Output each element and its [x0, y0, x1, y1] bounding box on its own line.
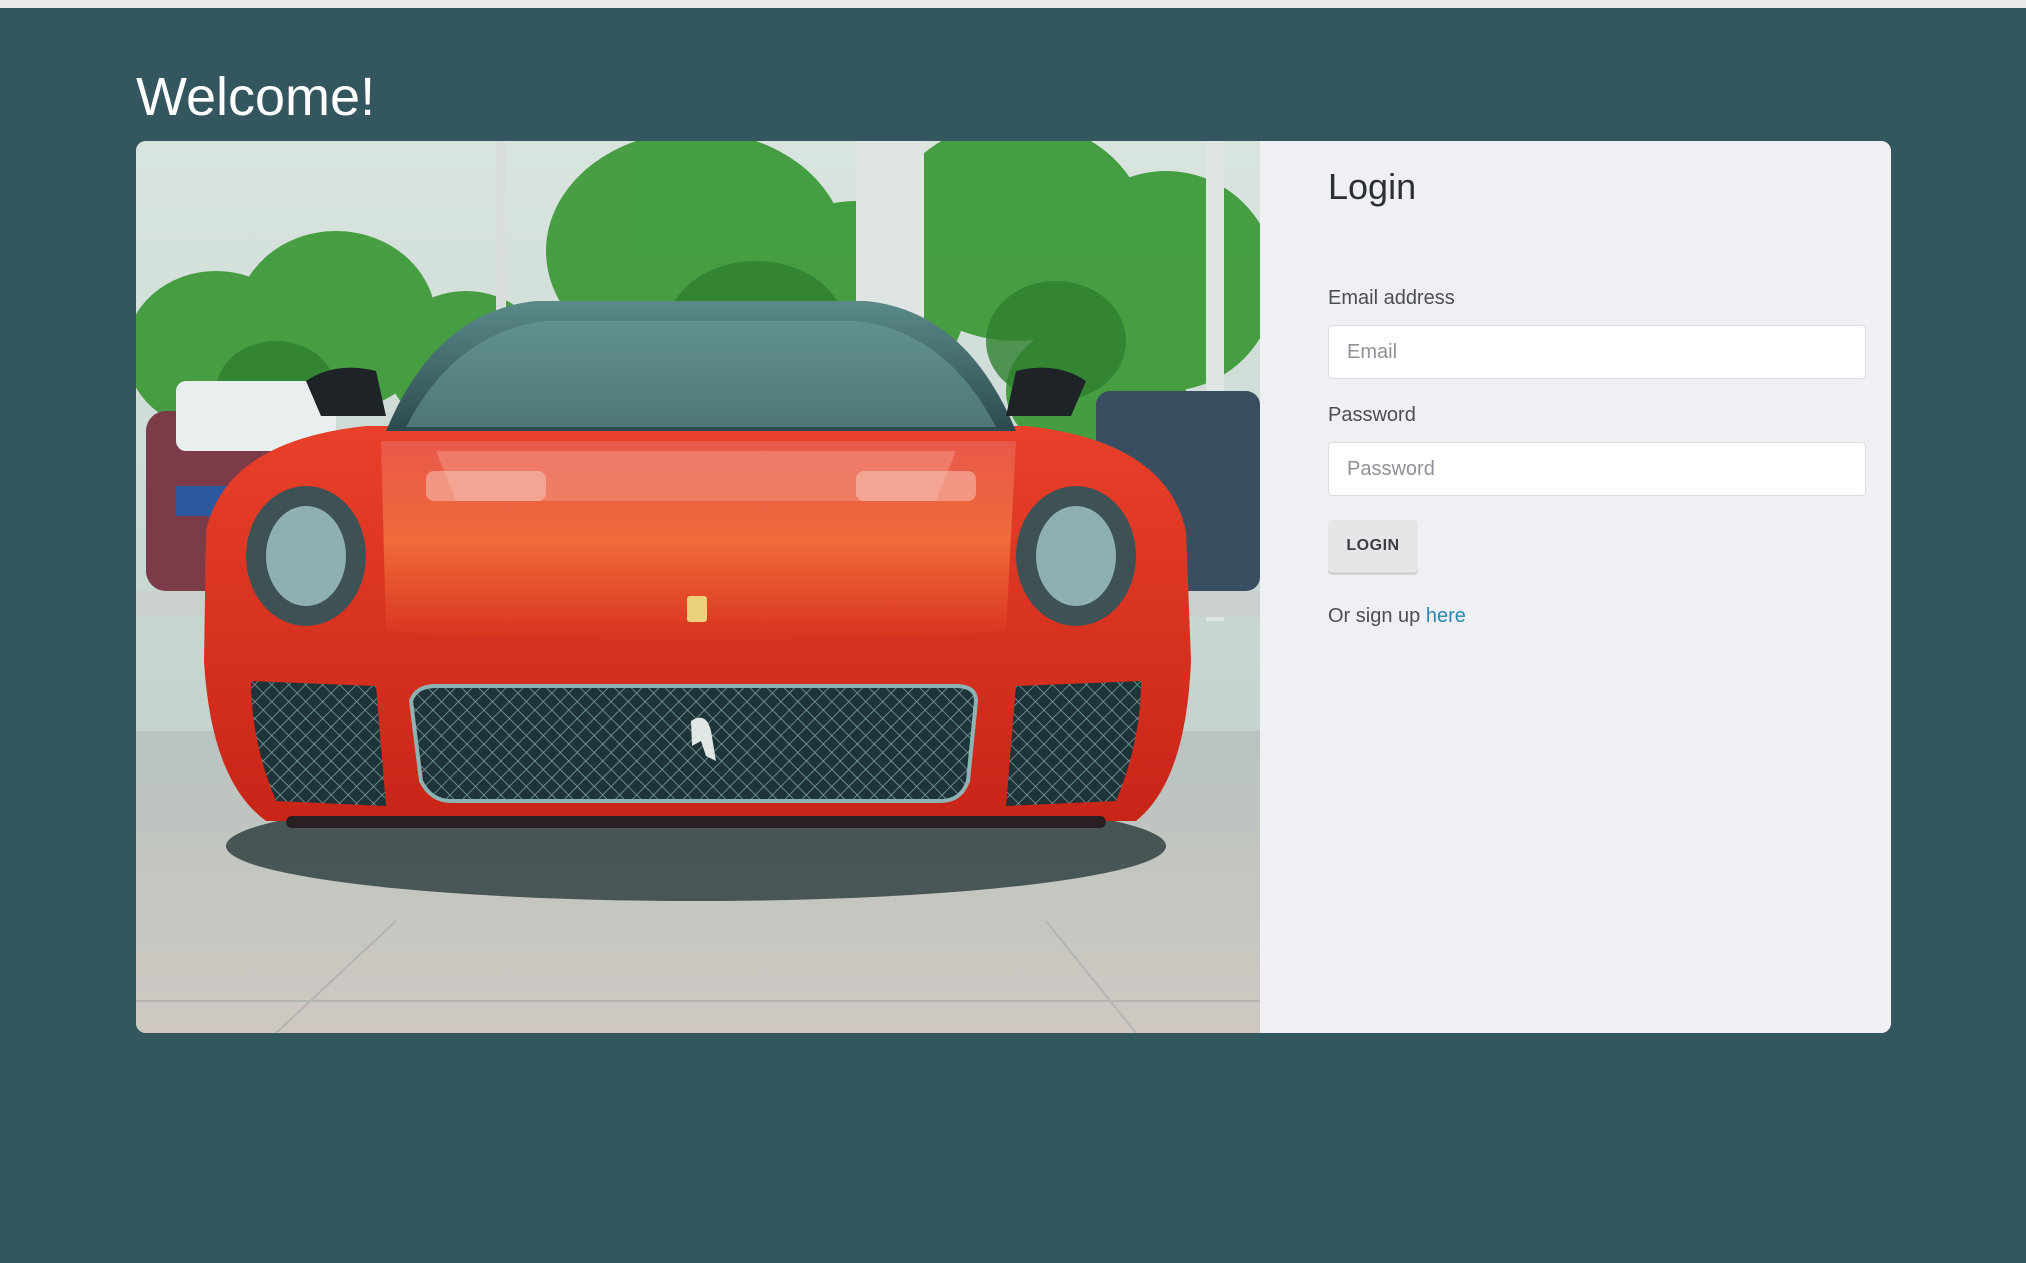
password-input[interactable]	[1328, 442, 1866, 496]
login-heading: Login	[1328, 166, 1417, 207]
browser-top-strip	[0, 0, 2026, 8]
email-label: Email address	[1328, 287, 1455, 309]
hero-image	[136, 141, 1260, 1033]
login-button[interactable]: LOGIN	[1328, 520, 1418, 572]
red-sports-car-image	[136, 141, 1260, 1033]
signup-link[interactable]: here	[1426, 605, 1466, 627]
signup-prefix-text: Or sign up	[1328, 605, 1421, 627]
login-form-panel: Login Email address Password LOGIN Or si…	[1260, 141, 1891, 1033]
password-label: Password	[1328, 404, 1416, 426]
page-title: Welcome!	[136, 67, 376, 127]
signup-prompt: Or sign up here	[1328, 605, 1466, 628]
email-input[interactable]	[1328, 325, 1866, 379]
login-card: Login Email address Password LOGIN Or si…	[136, 141, 1891, 1033]
